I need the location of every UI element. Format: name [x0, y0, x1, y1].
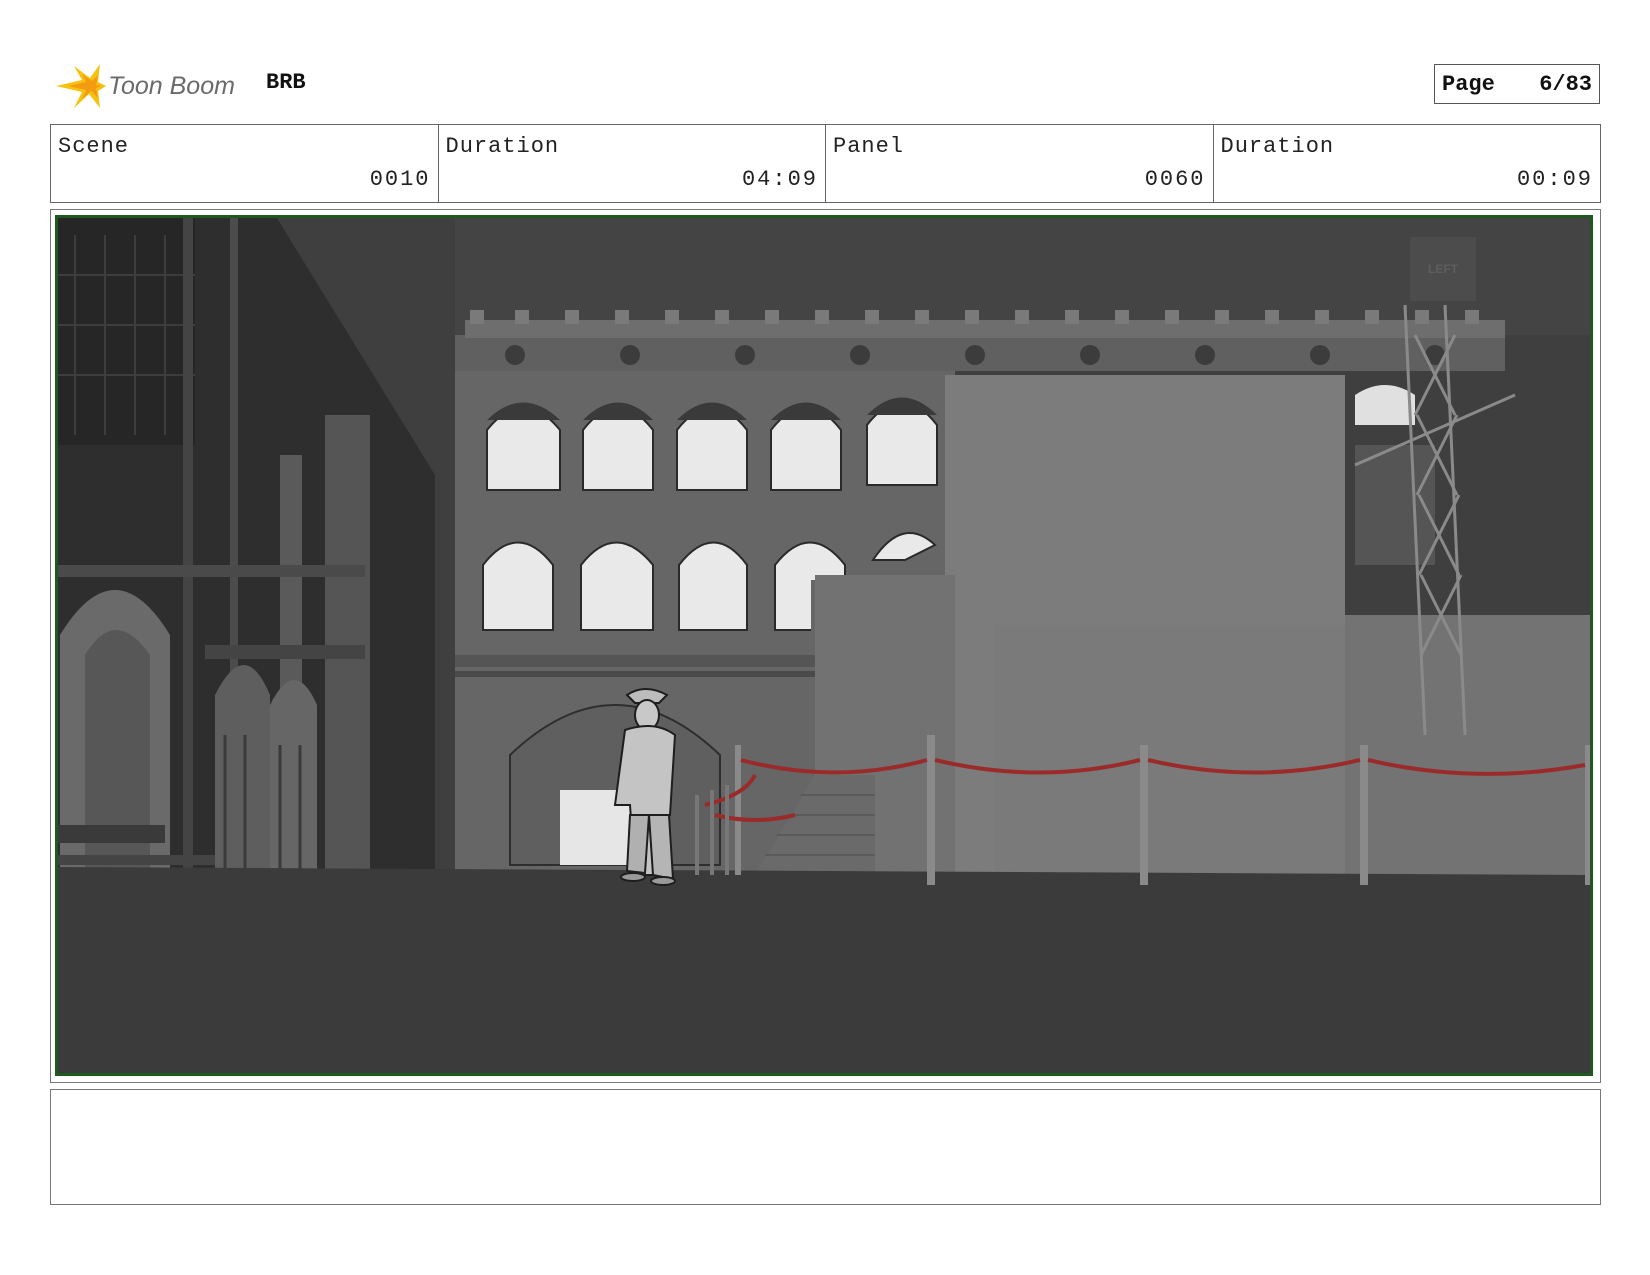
- logo-text: Toon Boom: [108, 72, 235, 100]
- panel-duration-label: Duration: [1220, 134, 1335, 159]
- panel-duration-value: 00:09: [1516, 167, 1593, 192]
- storyboard-panel-image: LEFT: [55, 215, 1593, 1076]
- project-title: BRB: [266, 70, 306, 95]
- panel-duration-cell: Duration 00:09: [1214, 125, 1601, 202]
- page-number: 6/83: [1539, 71, 1592, 97]
- left-sign-text: LEFT: [1428, 262, 1459, 276]
- scene-duration-value: 04:09: [741, 167, 818, 192]
- panel-notes-area: [50, 1089, 1601, 1205]
- page-indicator: Page 6/83: [1434, 64, 1600, 104]
- scene-label: Scene: [58, 134, 130, 159]
- panel-info-table: Scene 0010 Duration 04:09 Panel 0060 Dur…: [50, 124, 1601, 203]
- starburst-icon: [56, 64, 106, 108]
- scene-value: 0010: [369, 167, 431, 192]
- page-label: Page: [1442, 71, 1495, 97]
- scene-duration-cell: Duration 04:09: [439, 125, 826, 202]
- scene-cell: Scene 0010: [51, 125, 439, 202]
- panel-value: 0060: [1144, 167, 1206, 192]
- scene-duration-label: Duration: [445, 134, 560, 159]
- panel-frame: LEFT: [50, 209, 1601, 1083]
- panel-label: Panel: [833, 134, 905, 159]
- panel-cell: Panel 0060: [826, 125, 1214, 202]
- toon-boom-logo: Toon Boom: [52, 58, 252, 112]
